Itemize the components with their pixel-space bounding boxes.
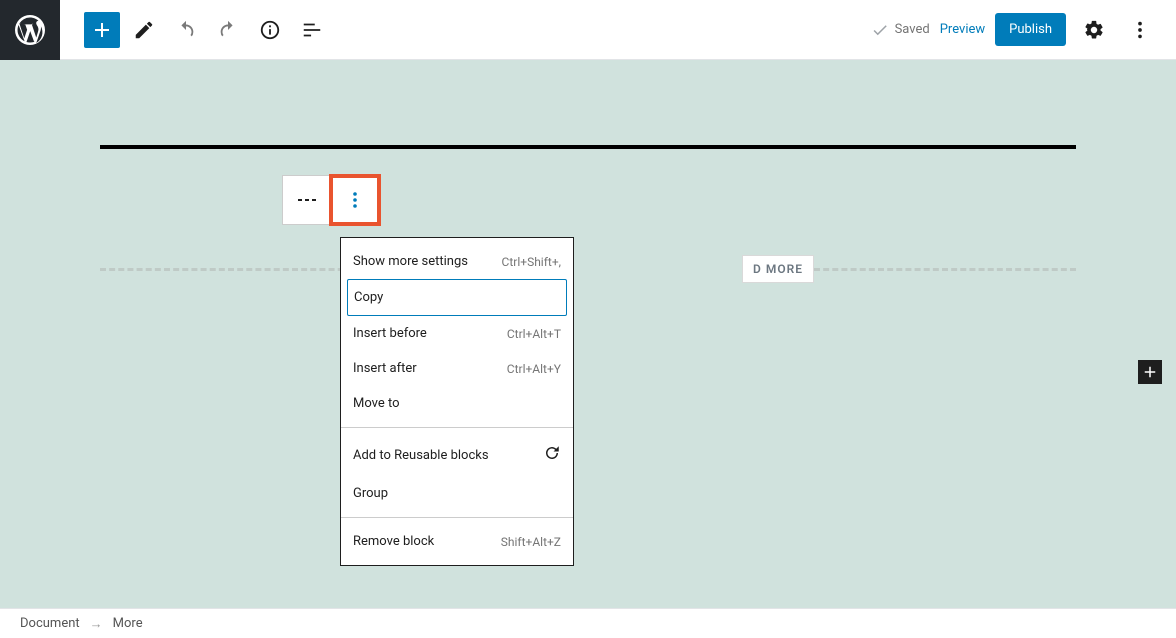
reusable-icon	[543, 444, 561, 466]
menu-shortcut: Ctrl+Alt+T	[507, 327, 561, 341]
block-toolbar	[282, 175, 380, 225]
more-block[interactable]: D MORE	[100, 255, 1076, 283]
redo-icon	[217, 19, 239, 41]
add-block-button[interactable]	[84, 12, 120, 48]
outline-button[interactable]	[294, 12, 330, 48]
dots-vertical-icon	[1129, 19, 1151, 41]
menu-item-remove-block[interactable]: Remove block Shift+Alt+Z	[341, 524, 573, 559]
plus-icon	[1141, 363, 1159, 381]
more-block-dash-left	[100, 268, 362, 271]
editor-top-toolbar: Saved Preview Publish	[0, 0, 1176, 60]
breadcrumb-separator: →	[90, 616, 103, 632]
menu-item-move-to[interactable]: Move to	[341, 386, 573, 421]
menu-label: Insert after	[353, 361, 417, 376]
menu-shortcut: Ctrl+Alt+Y	[507, 362, 561, 376]
dots-vertical-icon	[343, 188, 367, 212]
pencil-icon	[133, 19, 155, 41]
undo-button[interactable]	[168, 12, 204, 48]
more-block-label: D MORE	[742, 255, 814, 283]
block-options-menu: Show more settings Ctrl+Shift+, Copy Ins…	[340, 237, 574, 566]
check-icon	[871, 21, 889, 39]
breadcrumb-block[interactable]: More	[113, 616, 143, 631]
list-view-icon	[301, 19, 323, 41]
saved-label: Saved	[895, 22, 930, 37]
menu-item-reusable[interactable]: Add to Reusable blocks	[341, 434, 573, 476]
toolbar-right-group: Saved Preview Publish	[871, 12, 1176, 48]
document-area: D MORE Show more settings Ctrl+Shift+, C…	[100, 145, 1076, 608]
menu-label: Add to Reusable blocks	[353, 448, 489, 463]
info-button[interactable]	[252, 12, 288, 48]
publish-button[interactable]: Publish	[995, 13, 1066, 46]
menu-item-show-more-settings[interactable]: Show more settings Ctrl+Shift+,	[341, 244, 573, 279]
block-type-button[interactable]	[283, 176, 331, 224]
toolbar-left-group	[60, 12, 330, 48]
plus-icon	[90, 18, 114, 42]
menu-shortcut: Ctrl+Shift+,	[502, 255, 561, 269]
more-block-icon	[295, 188, 319, 212]
settings-button[interactable]	[1076, 12, 1112, 48]
more-menu-button[interactable]	[1122, 12, 1158, 48]
info-icon	[259, 19, 281, 41]
editor-canvas: D MORE Show more settings Ctrl+Shift+, C…	[0, 60, 1176, 608]
gear-icon	[1083, 19, 1105, 41]
tools-button[interactable]	[126, 12, 162, 48]
menu-label: Copy	[354, 290, 383, 305]
menu-item-group[interactable]: Group	[341, 476, 573, 511]
menu-label: Insert before	[353, 326, 427, 341]
menu-item-insert-before[interactable]: Insert before Ctrl+Alt+T	[341, 316, 573, 351]
wordpress-logo[interactable]	[0, 0, 60, 60]
block-breadcrumb: Document → More	[0, 608, 1176, 638]
menu-item-copy[interactable]: Copy	[347, 279, 567, 316]
undo-icon	[175, 19, 197, 41]
block-options-button[interactable]	[331, 176, 379, 224]
insert-block-inline-button[interactable]	[1138, 360, 1162, 384]
preview-button[interactable]: Preview	[940, 22, 985, 37]
save-status: Saved	[871, 21, 930, 39]
menu-label: Move to	[353, 396, 400, 411]
wordpress-icon	[12, 12, 48, 48]
menu-label: Show more settings	[353, 254, 468, 269]
menu-label: Remove block	[353, 534, 434, 549]
menu-label: Group	[353, 486, 388, 501]
redo-button[interactable]	[210, 12, 246, 48]
separator-block[interactable]	[100, 145, 1076, 149]
more-block-dash-right	[814, 268, 1076, 271]
menu-item-insert-after[interactable]: Insert after Ctrl+Alt+Y	[341, 351, 573, 386]
breadcrumb-document[interactable]: Document	[20, 616, 80, 631]
menu-shortcut: Shift+Alt+Z	[501, 535, 561, 549]
